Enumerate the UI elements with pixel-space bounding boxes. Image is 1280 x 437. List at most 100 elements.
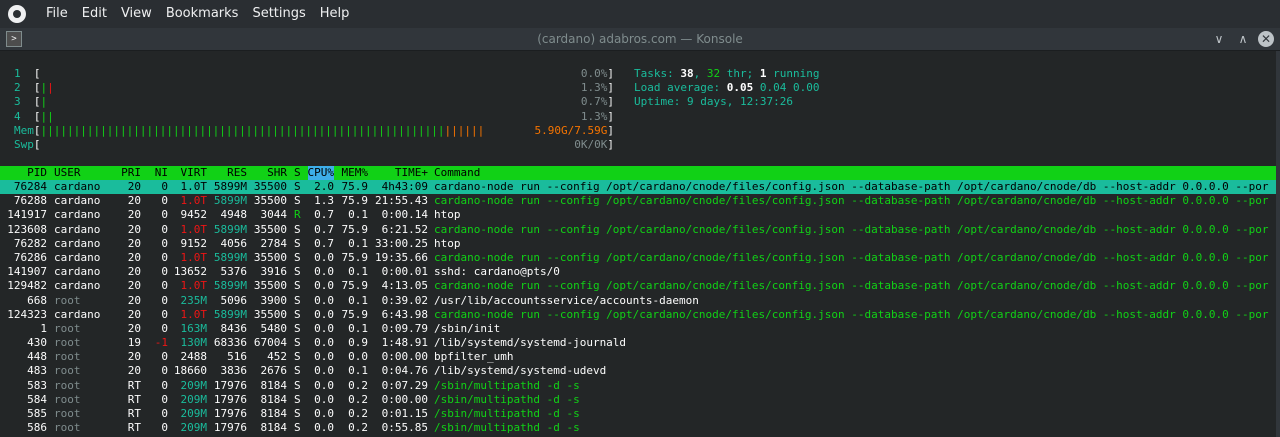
cell-pri: RT — [127, 421, 141, 435]
cell-mem: 75.9 — [341, 307, 369, 321]
menu-file[interactable]: File — [40, 0, 74, 28]
cell-s: S — [294, 194, 301, 208]
header-cpu[interactable]: CPU% — [307, 166, 334, 180]
cell-res: 5899M — [213, 180, 247, 193]
cell-command: /sbin/init — [434, 321, 501, 335]
table-row[interactable]: 123608 cardano 20 0 1.0T 5899M 35500 S 0.7 75.9 6:… — [0, 223, 1276, 237]
table-row[interactable]: 483 root 20 0 18660 3836 2676 S 0.0 0.1 0:04.76/li… — [0, 364, 1276, 378]
uptime-line: Uptime: 9 days, 12:37:26 — [634, 95, 793, 109]
cell-ni: 0 — [161, 307, 168, 321]
cell-mem: 0.1 — [348, 293, 368, 307]
menu-bookmarks[interactable]: Bookmarks — [160, 0, 245, 28]
cell-shr: 35500 — [253, 180, 287, 193]
cell-pid: 76286 — [13, 250, 47, 264]
cell-command: htop — [434, 236, 461, 250]
cpu-label: 3 — [14, 95, 21, 109]
cell-ni: 0 — [161, 279, 168, 293]
table-row[interactable]: 76284 cardano 20 0 1.0T 5899M 35500 S 2.0 75.9 4h4… — [0, 180, 1276, 195]
cell-cpu: 0.0 — [314, 279, 334, 293]
header-virt[interactable]: VIRT — [181, 166, 208, 180]
maximize-icon[interactable]: ∧ — [1234, 30, 1252, 48]
cell-s: S — [294, 250, 301, 264]
application-launcher-icon[interactable] — [8, 5, 26, 23]
cell-pid: 483 — [27, 364, 47, 378]
header-shr[interactable]: SHR — [267, 166, 287, 180]
header-res[interactable]: RES — [227, 166, 247, 180]
header-command[interactable]: Command — [434, 166, 480, 180]
cell-command: /usr/lib/accountsservice/accounts-daemon — [434, 293, 699, 307]
cell-pid: 124323 — [7, 307, 47, 321]
cell-pri: 20 — [127, 364, 141, 378]
cell-s: S — [294, 364, 301, 378]
cell-virt: 1.0T — [180, 180, 208, 193]
cell-time: 0:07.29 — [381, 378, 428, 392]
cell-res: 5899M — [213, 194, 247, 208]
menu-view[interactable]: View — [115, 0, 158, 28]
cell-virt: 1.0T — [180, 250, 208, 264]
cell-user: cardano — [54, 265, 101, 279]
table-row[interactable]: 141907 cardano 20 0 13652 5376 3916 S 0.0 0.1 0:00… — [0, 265, 1276, 279]
terminal-view[interactable]: 1 [0.0%] 2 [|| 1.3%] 3 [| 0.7%] 4 [|| 1.3%] Mem… — [0, 51, 1280, 437]
cell-ni: 0 — [161, 407, 168, 420]
mem-value: 5.90G/7.59G — [534, 123, 608, 137]
table-row[interactable]: 585 root RT 0 209M 17976 8184 S 0.0 0.2 0:01.15/sb… — [0, 407, 1276, 421]
header-time[interactable]: TIME+ — [395, 166, 428, 180]
cell-virt: 1.0T — [180, 222, 208, 236]
cell-user: root — [54, 364, 81, 378]
terminal-scrollbar[interactable] — [1276, 51, 1280, 437]
cell-res: 5899M — [213, 279, 247, 293]
cell-res: 3836 — [220, 364, 248, 378]
cell-pri: 20 — [127, 222, 141, 236]
header-mem[interactable]: MEM% — [342, 166, 369, 180]
header-s[interactable]: S — [294, 166, 301, 180]
table-row[interactable]: 583 root RT 0 209M 17976 8184 S 0.0 0.2 0:07.29/sb… — [0, 379, 1276, 393]
menu-edit[interactable]: Edit — [76, 0, 113, 28]
cell-ni: 0 — [161, 321, 168, 335]
cell-cpu: 0.7 — [314, 236, 334, 250]
cell-s: S — [294, 392, 301, 406]
table-row[interactable]: 129482 cardano 20 0 1.0T 5899M 35500 S 0.0 75.9 4:… — [0, 279, 1276, 293]
cell-cpu: 0.0 — [314, 321, 334, 335]
cell-virt: 209M — [180, 392, 208, 406]
window-titlebar[interactable]: > (cardano) adabros.com — Konsole ∨ ∧ ✕ — [0, 28, 1280, 51]
table-row[interactable]: 76286 cardano 20 0 1.0T 5899M 35500 S 0.0 75.9 19:… — [0, 251, 1276, 265]
cell-user: cardano — [54, 180, 101, 193]
table-row[interactable]: 586 root RT 0 209M 17976 8184 S 0.0 0.2 0:55.85/sb… — [0, 421, 1276, 435]
cell-mem: 0.1 — [348, 265, 368, 279]
cell-res: 17976 — [213, 392, 247, 406]
header-pri[interactable]: PRI — [121, 166, 141, 180]
cell-command: /lib/systemd/systemd-journald — [434, 336, 627, 350]
cell-ni: 0 — [161, 392, 168, 406]
cell-s: S — [294, 407, 301, 420]
header-ni[interactable]: NI — [155, 166, 168, 180]
cell-virt: 130M — [180, 336, 208, 350]
header-pid[interactable]: PID — [27, 166, 47, 180]
close-icon[interactable]: ✕ — [1258, 31, 1274, 47]
table-row[interactable]: 668 root 20 0 235M 5096 3900 S 0.0 0.1 0:39.02/usr… — [0, 294, 1276, 308]
table-row[interactable]: 448 root 20 0 2488 516 452 S 0.0 0.0 0:00.00 bpfilt… — [0, 350, 1276, 364]
table-row[interactable]: 141917 cardano 20 0 9452 4948 3044 R 0.7 0.1 0:00.… — [0, 208, 1276, 222]
cell-time: 21:55.43 — [375, 194, 428, 208]
cell-cpu: 0.0 — [314, 265, 334, 279]
table-row[interactable]: 584 root RT 0 209M 17976 8184 S 0.0 0.2 0:00.00/sb… — [0, 393, 1276, 407]
cell-res: 17976 — [213, 407, 247, 420]
cell-ni: 0 — [161, 180, 168, 193]
cell-pri: 20 — [127, 293, 141, 307]
minimize-icon[interactable]: ∨ — [1210, 30, 1228, 48]
cell-pri: 20 — [127, 236, 141, 250]
terminal-icon[interactable]: > — [6, 31, 22, 47]
table-row[interactable]: 76288 cardano 20 0 1.0T 5899M 35500 S 1.3 75.9 21:… — [0, 194, 1276, 208]
cell-user: root — [54, 293, 81, 307]
cell-pri: 20 — [127, 321, 141, 335]
cell-time: 0:01.15 — [381, 407, 428, 420]
header-user[interactable]: USER — [54, 166, 81, 180]
cell-command: /lib/systemd/systemd-udevd — [434, 364, 607, 378]
table-row[interactable]: 124323 cardano 20 0 1.0T 5899M 35500 S 0.0 75.9 6:… — [0, 308, 1276, 322]
menu-settings[interactable]: Settings — [246, 0, 311, 28]
cell-command: cardano-node run --config /opt/cardano/c… — [434, 279, 1269, 293]
table-row[interactable]: 1 root 20 0 163M 8436 5480 S 0.0 0.1 0:09.79/sbin/… — [0, 322, 1276, 336]
table-row[interactable]: 430 root 19 -1 130M 68336 67004 S 0.0 0.9 1:48.91 /… — [0, 336, 1276, 350]
table-row[interactable]: 76282 cardano 20 0 9152 4056 2784 S 0.7 0.1 33:00.… — [0, 237, 1276, 251]
menu-help[interactable]: Help — [314, 0, 356, 28]
cell-command: /sbin/multipathd -d -s — [434, 421, 580, 435]
